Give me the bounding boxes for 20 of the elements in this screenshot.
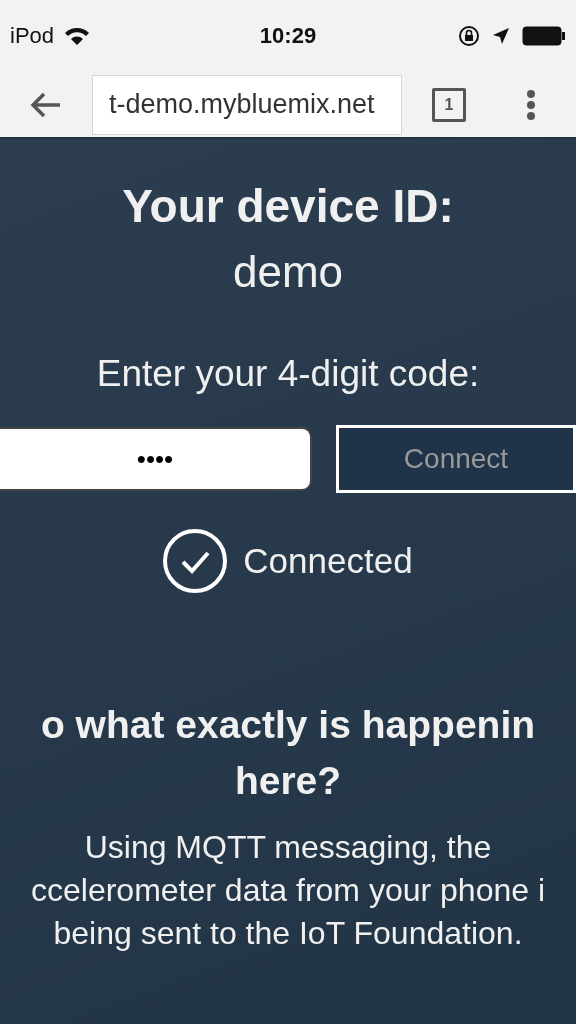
device-id: demo [232,247,344,297]
overflow-menu-icon[interactable] [526,88,536,121]
status-time: 10:29 [259,23,317,49]
location-icon [492,27,510,45]
battery-icon [522,26,566,46]
back-arrow-icon[interactable] [30,90,62,119]
wifi-icon [64,26,91,46]
code-field[interactable]: •••• [0,427,312,491]
code-label: Enter your 4-digit code: [96,353,480,395]
carrier-name: iPod [10,23,55,49]
body-text-line: Using MQTT messaging, the [84,829,492,866]
section-heading-line: here? [234,759,342,803]
device-title: Your device ID: [122,179,454,233]
body-text-line: ccelerometer data from your phone i [31,872,545,909]
rotation-lock-icon [458,25,480,47]
body-text-line: being sent to the IoT Foundation. [53,915,523,952]
connection-status: Connected [243,541,413,581]
section-heading-line: o what exactly is happenin [40,703,536,747]
tab-count-button[interactable]: 1 [432,87,466,122]
url-field[interactable]: t-demo.mybluemix.net [92,74,402,135]
